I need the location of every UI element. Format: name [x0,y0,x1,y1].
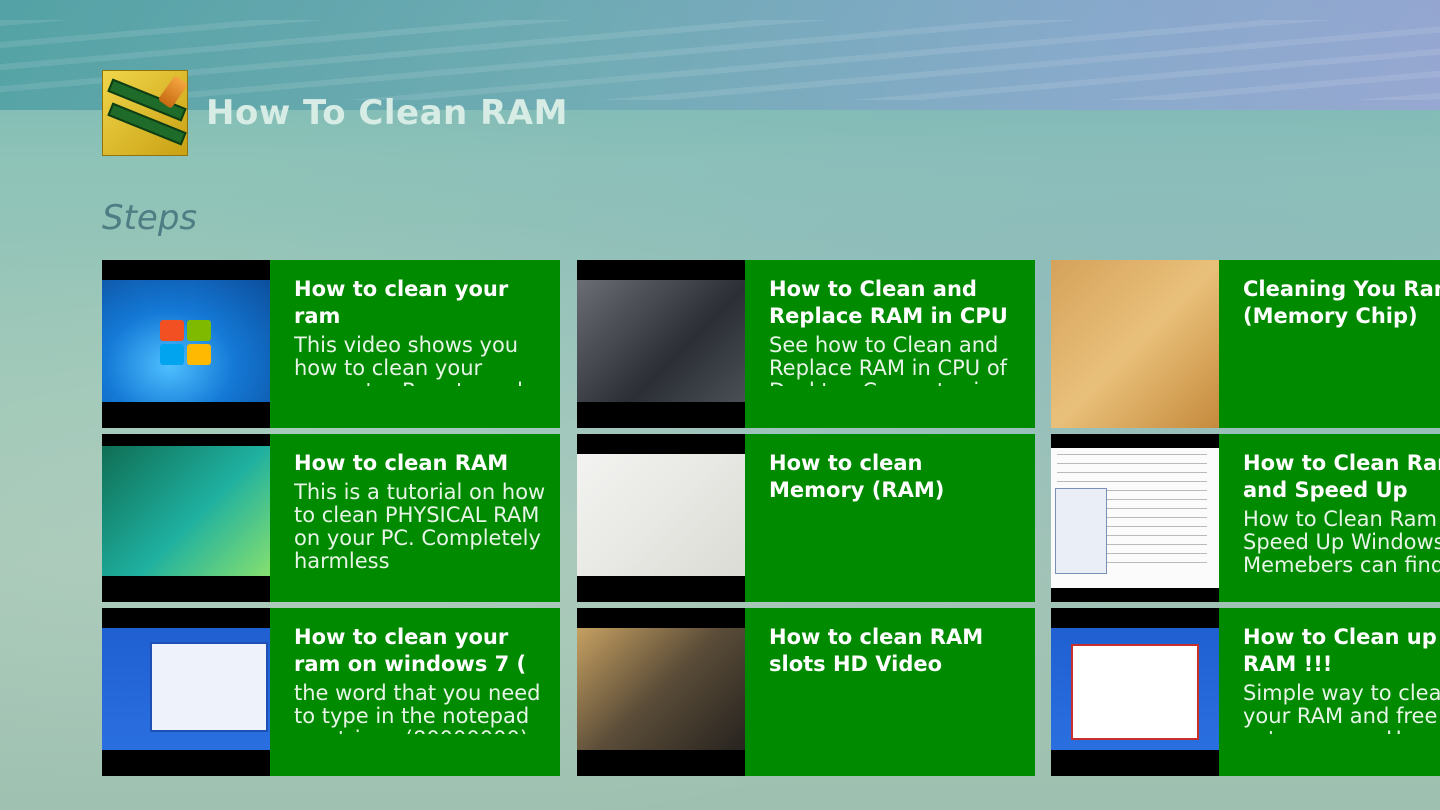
tile-description: This video shows you how to clean your c… [294,334,542,386]
video-tile[interactable]: How to clean your ram on windows 7 ( the… [102,608,560,776]
explorer-window-thumbnail [102,608,270,776]
ram-broom-icon [102,70,188,156]
motherboard-slots-thumbnail [577,608,745,776]
ram-stick-on-wood-thumbnail [1051,260,1219,428]
tile-title: How to clean RAM slots HD Video [769,625,984,676]
video-tile[interactable]: How to clean your ram This video shows y… [102,260,560,428]
tile-description: Simple way to clear your RAM and free ex… [1243,682,1440,734]
tile-title: How to clean your ram on windows 7 ( [294,625,527,676]
tile-title: How to Clean Ram and Speed Up [1243,451,1440,502]
tile-description: This is a tutorial on how to clean PHYSI… [294,481,546,573]
video-tile[interactable]: How to clean RAM slots HD Video [577,608,1035,776]
video-tile[interactable]: How to Clean and Replace RAM in CPU See … [577,260,1035,428]
tile-title: Cleaning You Ram (Memory Chip) [1243,277,1440,328]
notepad-script-thumbnail [1051,434,1219,602]
video-tile[interactable]: How to clean RAM This is a tutorial on h… [102,434,560,602]
windows-7-desktop-thumbnail [102,260,270,428]
tile-title: How to Clean and Replace RAM in CPU [769,277,1008,328]
cleaner-dialog-thumbnail [1051,608,1219,776]
app-header: How To Clean RAM [102,70,568,156]
tile-title: How to clean RAM [294,451,509,475]
tile-title: How to Clean up Y RAM !!! [1243,625,1440,676]
video-tile[interactable]: How to Clean Ram and Speed Up How to Cle… [1051,434,1440,602]
steps-grid: How to clean your ram This video shows y… [102,260,1440,776]
tile-description: How to Clean Ram & Speed Up Windows Meme… [1243,508,1440,577]
tile-title: How to clean your ram [294,277,509,328]
tile-description: the word that you need to type in the no… [294,682,541,734]
video-tile[interactable]: Cleaning You Ram (Memory Chip) [1051,260,1440,428]
tile-title: How to clean Memory (RAM) [769,451,945,502]
video-tile[interactable]: How to Clean up Y RAM !!! Simple way to … [1051,608,1440,776]
vista-desktop-thumbnail [102,434,270,602]
section-title[interactable]: Steps [102,199,197,237]
video-tile[interactable]: How to clean Memory (RAM) [577,434,1035,602]
tile-description: See how to Clean and Replace RAM in CPU … [769,334,1008,386]
app-title: How To Clean RAM [206,93,568,133]
desktop-cpu-open-thumbnail [577,260,745,428]
hands-holding-ram-thumbnail [577,434,745,602]
